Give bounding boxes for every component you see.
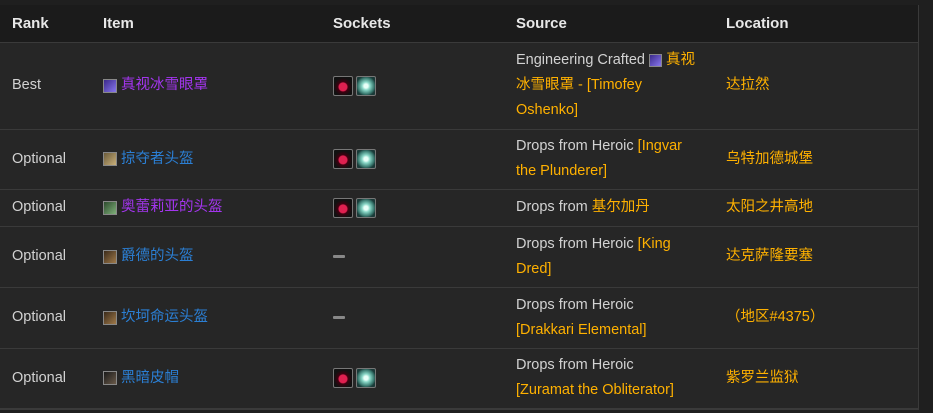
header-item[interactable]: Item bbox=[91, 5, 321, 43]
location-cell: 达克萨隆要塞 bbox=[714, 226, 918, 288]
item-link[interactable]: 爵德的头盔 bbox=[121, 244, 194, 269]
location-link[interactable]: 达克萨隆要塞 bbox=[726, 248, 813, 264]
source-link[interactable]: [Zuramat the Obliterator] bbox=[516, 378, 714, 403]
goggles-icon bbox=[649, 53, 662, 67]
location-link[interactable]: （地区#4375） bbox=[726, 309, 824, 325]
location-cell: 太阳之井高地 bbox=[714, 189, 918, 227]
source-text: Drops from bbox=[516, 199, 592, 215]
rank-cell: Optional bbox=[0, 348, 91, 409]
meta-socket-icon bbox=[333, 368, 353, 388]
source-link[interactable]: Oshenko] bbox=[516, 98, 714, 123]
header-sockets[interactable]: Sockets bbox=[321, 5, 504, 43]
sockets-cell bbox=[321, 287, 504, 349]
source-link[interactable]: Dred] bbox=[516, 257, 714, 282]
gear-table-container: Rank Item Sockets Source Location Best 真… bbox=[0, 5, 919, 410]
rank-cell: Optional bbox=[0, 129, 91, 190]
sockets-cell bbox=[321, 226, 504, 288]
no-sockets-dash bbox=[333, 254, 345, 258]
location-cell: （地区#4375） bbox=[714, 287, 918, 349]
item-cell: 掠夺者头盔 bbox=[91, 129, 321, 190]
helm-icon[interactable] bbox=[103, 310, 117, 325]
table-header-row: Rank Item Sockets Source Location bbox=[0, 5, 918, 43]
meta-socket-icon bbox=[333, 75, 353, 96]
source-text: Drops from Heroic bbox=[516, 138, 638, 154]
item-cell: 真视冰雪眼罩 bbox=[91, 42, 321, 130]
item-cell: 坎坷命运头盔 bbox=[91, 287, 321, 349]
source-text: Drops from Heroic bbox=[516, 357, 634, 373]
location-cell: 紫罗兰监狱 bbox=[714, 348, 918, 409]
sockets-cell bbox=[321, 42, 504, 130]
location-link[interactable]: 达拉然 bbox=[726, 77, 770, 93]
source-cell: Engineering Crafted 真视 冰雪眼罩 - [Timofey O… bbox=[504, 42, 714, 130]
meta-socket-icon bbox=[333, 149, 353, 169]
location-cell: 达拉然 bbox=[714, 42, 918, 130]
header-source[interactable]: Source bbox=[504, 5, 714, 43]
item-link[interactable]: 黑暗皮帽 bbox=[121, 366, 179, 391]
header-location[interactable]: Location bbox=[714, 5, 918, 43]
source-link[interactable]: [Drakkari Elemental] bbox=[516, 318, 714, 343]
location-link[interactable]: 乌特加德城堡 bbox=[726, 151, 813, 167]
rank-cell: Best bbox=[0, 42, 91, 130]
source-text: Drops from Heroic bbox=[516, 296, 634, 313]
gear-table: Rank Item Sockets Source Location Best 真… bbox=[0, 5, 918, 409]
helm-icon[interactable] bbox=[103, 152, 117, 166]
item-link[interactable]: 掠夺者头盔 bbox=[121, 147, 194, 172]
source-cell: Drops from Heroic [Ingvar the Plunderer] bbox=[504, 129, 714, 190]
source-link[interactable]: 基尔加丹 bbox=[592, 199, 650, 215]
item-cell: 黑暗皮帽 bbox=[91, 348, 321, 409]
item-link[interactable]: 真视冰雪眼罩 bbox=[121, 73, 208, 98]
table-row: Optional 坎坷命运头盔 Drops from Heroic [Drakk… bbox=[0, 287, 918, 349]
table-row: Best 真视冰雪眼罩 Engineering Crafted 真视 冰雪眼罩 bbox=[0, 42, 918, 130]
item-link[interactable]: 坎坷命运头盔 bbox=[121, 305, 208, 330]
item-cell: 爵德的头盔 bbox=[91, 226, 321, 288]
table-row: Optional 奥蕾莉亚的头盔 Drops from 基尔加丹 太阳之井高地 bbox=[0, 189, 918, 227]
meta-socket-icon bbox=[333, 197, 353, 218]
table-row: Optional 黑暗皮帽 Drops from Heroic [Zuramat… bbox=[0, 348, 918, 409]
source-text: Drops from Heroic bbox=[516, 235, 638, 252]
prismatic-socket-icon bbox=[356, 368, 376, 388]
rank-cell: Optional bbox=[0, 226, 91, 288]
source-link[interactable]: 冰雪眼罩 - [Timofey bbox=[516, 73, 714, 98]
item-cell: 奥蕾莉亚的头盔 bbox=[91, 189, 321, 227]
source-link[interactable]: [King bbox=[638, 236, 671, 252]
prismatic-socket-icon bbox=[356, 149, 376, 169]
item-link[interactable]: 奥蕾莉亚的头盔 bbox=[121, 195, 223, 220]
sockets-cell bbox=[321, 129, 504, 190]
rank-cell: Optional bbox=[0, 189, 91, 227]
table-row: Optional 爵德的头盔 Drops from Heroic [King D… bbox=[0, 226, 918, 288]
goggles-icon[interactable] bbox=[103, 78, 117, 93]
cap-icon[interactable] bbox=[103, 371, 117, 385]
sockets-cell bbox=[321, 348, 504, 409]
source-text: Engineering Crafted bbox=[516, 52, 649, 68]
table-row: Optional 掠夺者头盔 Drops from Heroic [Ingvar… bbox=[0, 129, 918, 190]
header-rank[interactable]: Rank bbox=[0, 5, 91, 43]
location-link[interactable]: 太阳之井高地 bbox=[726, 199, 813, 215]
source-cell: Drops from Heroic [King Dred] bbox=[504, 226, 714, 288]
prismatic-socket-icon bbox=[356, 197, 376, 218]
helm-icon[interactable] bbox=[103, 200, 117, 215]
location-link[interactable]: 紫罗兰监狱 bbox=[726, 370, 799, 386]
prismatic-socket-icon bbox=[356, 75, 376, 96]
no-sockets-dash bbox=[333, 315, 345, 319]
rank-cell: Optional bbox=[0, 287, 91, 349]
location-cell: 乌特加德城堡 bbox=[714, 129, 918, 190]
source-cell: Drops from Heroic [Drakkari Elemental] bbox=[504, 287, 714, 349]
source-link[interactable]: the Plunderer] bbox=[516, 159, 714, 184]
source-cell: Drops from Heroic [Zuramat the Obliterat… bbox=[504, 348, 714, 409]
source-cell: Drops from 基尔加丹 bbox=[504, 189, 714, 227]
helm-icon[interactable] bbox=[103, 249, 117, 264]
source-link[interactable]: [Ingvar bbox=[638, 138, 682, 154]
sockets-cell bbox=[321, 189, 504, 227]
source-link[interactable]: 真视 bbox=[666, 52, 695, 68]
